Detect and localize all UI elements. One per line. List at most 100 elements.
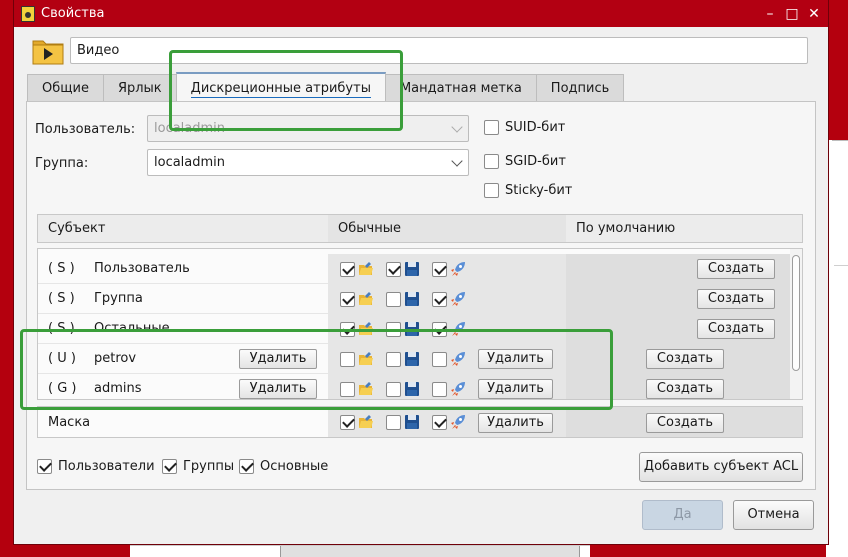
- read-checkbox[interactable]: [340, 381, 355, 397]
- filter-basic-checkbox[interactable]: [239, 459, 254, 474]
- minimize-icon[interactable]: –: [762, 6, 778, 22]
- header-subject: Субъект: [48, 221, 106, 236]
- filter-basic[interactable]: Основные: [239, 459, 328, 474]
- tab-discretionary-label: Дискреционные атрибуты: [190, 81, 371, 98]
- mask-execute-checkbox[interactable]: [432, 414, 447, 430]
- properties-dialog: Свойства – □ ✕ Видео Общие Ярлык Дискрец…: [13, 0, 829, 545]
- cancel-button[interactable]: Отмена: [733, 500, 814, 530]
- name-field[interactable]: Видео: [70, 37, 808, 64]
- execute-checkbox[interactable]: [432, 261, 447, 277]
- folder-open-icon: [359, 352, 373, 365]
- tab-signature-label: Подпись: [550, 81, 610, 96]
- background-window-bottom: [130, 545, 590, 557]
- execute-checkbox[interactable]: [432, 351, 447, 367]
- tab-bar: Общие Ярлык Дискреционные атрибуты Манда…: [27, 72, 625, 102]
- create-default-button[interactable]: Создать: [697, 289, 775, 309]
- mask-delete-button[interactable]: Удалить: [478, 413, 553, 433]
- tab-discretionary-attributes[interactable]: Дискреционные атрибуты: [175, 72, 386, 102]
- tab-panel: Пользователь: localadmin Группа: localad…: [26, 101, 816, 490]
- acl-table: ( S ) Пользователь Создать ( S ) Группа: [37, 248, 803, 400]
- read-checkbox[interactable]: [340, 321, 355, 337]
- mask-read-checkbox[interactable]: [340, 414, 355, 430]
- subject-type: ( U ): [48, 351, 76, 366]
- execute-checkbox[interactable]: [432, 291, 447, 307]
- subject-name: admins: [94, 381, 142, 396]
- execute-checkbox[interactable]: [432, 321, 447, 337]
- subject-type: ( G ): [48, 381, 77, 396]
- create-default-button[interactable]: Создать: [697, 319, 775, 339]
- floppy-disk-icon: [405, 382, 419, 396]
- group-select-value: localadmin: [154, 155, 226, 170]
- suid-checkbox[interactable]: [484, 120, 499, 135]
- read-checkbox[interactable]: [340, 291, 355, 307]
- floppy-disk-icon: [405, 322, 419, 336]
- floppy-disk-icon: [405, 262, 419, 276]
- delete-subject-button[interactable]: Удалить: [239, 349, 317, 369]
- delete-permissions-button[interactable]: Удалить: [478, 379, 553, 399]
- filter-users-checkbox[interactable]: [37, 459, 52, 474]
- subject-name: Пользователь: [94, 261, 190, 276]
- maximize-icon[interactable]: □: [784, 6, 800, 22]
- tab-shortcut[interactable]: Ярлык: [102, 74, 177, 102]
- mask-write-checkbox[interactable]: [386, 414, 401, 430]
- subject-type: ( S ): [48, 321, 75, 336]
- subject-type: ( S ): [48, 261, 75, 276]
- sticky-checkbox[interactable]: [484, 183, 499, 198]
- write-checkbox[interactable]: [386, 321, 401, 337]
- scrollbar-thumb[interactable]: [792, 255, 800, 371]
- execute-checkbox[interactable]: [432, 381, 447, 397]
- folder-open-icon: [359, 292, 373, 305]
- read-checkbox[interactable]: [340, 261, 355, 277]
- tab-mandatory-label[interactable]: Мандатная метка: [384, 74, 537, 102]
- create-default-button[interactable]: Создать: [646, 349, 724, 369]
- tab-general[interactable]: Общие: [27, 74, 104, 102]
- folder-open-icon: [359, 322, 373, 335]
- add-acl-subject-button[interactable]: Добавить субъект ACL: [639, 452, 803, 482]
- delete-subject-button[interactable]: Удалить: [239, 379, 317, 399]
- group-select[interactable]: localadmin: [147, 149, 469, 176]
- subject-name: Группа: [94, 291, 143, 306]
- delete-permissions-button[interactable]: Удалить: [478, 349, 553, 369]
- create-default-button[interactable]: Создать: [697, 259, 775, 279]
- user-select: localadmin: [147, 115, 469, 142]
- sgid-label: SGID-бит: [505, 154, 566, 169]
- table-scrollbar[interactable]: [790, 249, 802, 399]
- user-select-value: localadmin: [154, 121, 226, 136]
- create-default-button[interactable]: Создать: [646, 379, 724, 399]
- table-row: ( S ) Группа Создать: [38, 284, 790, 314]
- folder-open-icon: [359, 415, 373, 428]
- acl-table-header: Субъект Обычные По умолчанию: [37, 214, 803, 243]
- read-checkbox[interactable]: [340, 351, 355, 367]
- tab-general-label: Общие: [42, 81, 89, 96]
- app-icon: [21, 5, 35, 22]
- filter-users[interactable]: Пользователи: [37, 459, 155, 474]
- sticky-label: Sticky-бит: [505, 183, 573, 198]
- header-default: По умолчанию: [576, 221, 676, 236]
- sgid-checkbox-row[interactable]: SGID-бит: [484, 154, 566, 169]
- tab-shortcut-label: Ярлык: [117, 81, 162, 96]
- write-checkbox[interactable]: [386, 291, 401, 307]
- rocket-icon: [451, 382, 465, 396]
- write-checkbox[interactable]: [386, 381, 401, 397]
- ok-button: Да: [642, 500, 723, 530]
- video-folder-icon: [32, 40, 64, 65]
- filter-basic-label: Основные: [260, 459, 329, 474]
- mask-create-button[interactable]: Создать: [646, 413, 724, 433]
- title-bar[interactable]: Свойства – □ ✕: [14, 0, 828, 27]
- sgid-checkbox[interactable]: [484, 154, 499, 169]
- write-checkbox[interactable]: [386, 261, 401, 277]
- chevron-down-icon: [451, 155, 463, 167]
- filter-groups-checkbox[interactable]: [162, 459, 177, 474]
- filter-users-label: Пользователи: [58, 459, 155, 474]
- subject-name: Остальные: [94, 321, 170, 336]
- tab-signature[interactable]: Подпись: [535, 74, 625, 102]
- mask-row: Маска Удалить Создать: [37, 406, 803, 438]
- write-checkbox[interactable]: [386, 351, 401, 367]
- chevron-down-icon: [451, 121, 463, 133]
- suid-checkbox-row[interactable]: SUID-бит: [484, 120, 565, 135]
- table-row: ( G ) admins Удалить Удалить Создать: [38, 374, 790, 399]
- close-icon[interactable]: ✕: [806, 6, 822, 22]
- mask-label: Маска: [48, 415, 91, 430]
- sticky-checkbox-row[interactable]: Sticky-бит: [484, 183, 572, 198]
- filter-groups[interactable]: Группы: [162, 459, 234, 474]
